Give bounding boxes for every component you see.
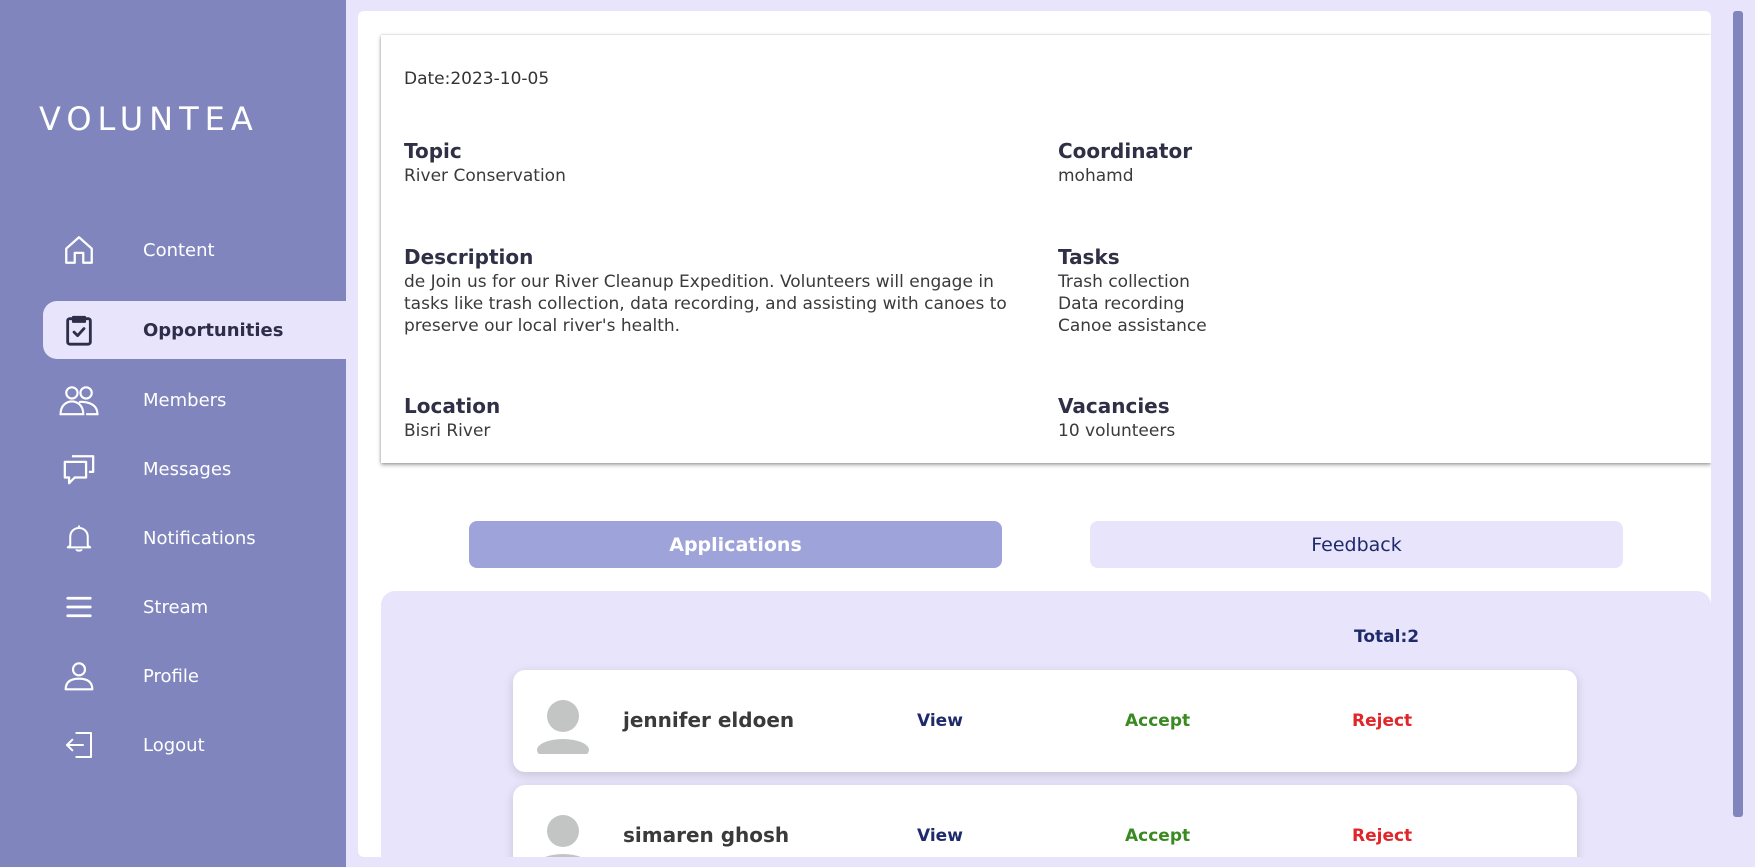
sidebar-item-label: Opportunities <box>143 319 284 341</box>
sidebar-item-label: Notifications <box>143 527 256 549</box>
applications-panel: Total:2 jennifer eldoen View Accept Reje… <box>381 591 1711 857</box>
coordinator-value: mohamd <box>1058 166 1134 186</box>
vacancies-field: Vacancies 10 volunteers <box>1058 394 1678 442</box>
vacancies-value: 10 volunteers <box>1058 421 1176 441</box>
sidebar-item-label: Profile <box>143 665 199 687</box>
bell-icon <box>55 514 103 562</box>
scrollbar[interactable] <box>1733 11 1743 817</box>
sidebar-item-label: Messages <box>143 458 232 480</box>
opportunity-date: Date:2023-10-05 <box>404 69 550 89</box>
sidebar-item-profile[interactable]: Profile <box>43 647 346 705</box>
sidebar-item-stream[interactable]: Stream <box>43 578 346 636</box>
application-row: simaren ghosh View Accept Reject <box>513 785 1577 857</box>
sidebar-item-opportunities[interactable]: Opportunities <box>43 301 346 359</box>
accept-button[interactable]: Accept <box>1125 711 1190 731</box>
coordinator-field: Coordinator mohamd <box>1058 139 1678 187</box>
location-field: Location Bisri River <box>404 394 1024 442</box>
location-title: Location <box>404 394 501 418</box>
home-icon <box>55 226 103 274</box>
view-button[interactable]: View <box>917 826 963 846</box>
task-item: Data recording <box>1058 294 1185 314</box>
sidebar-item-notifications[interactable]: Notifications <box>43 509 346 567</box>
tasks-field: Tasks Trash collection Data recording Ca… <box>1058 245 1678 337</box>
accept-button[interactable]: Accept <box>1125 826 1190 846</box>
tab-applications[interactable]: Applications <box>469 521 1002 568</box>
task-item: Canoe assistance <box>1058 316 1207 336</box>
vacancies-title: Vacancies <box>1058 394 1170 418</box>
clipboard-check-icon <box>55 306 103 354</box>
menu-icon <box>55 583 103 631</box>
sidebar-item-content[interactable]: Content <box>43 221 346 279</box>
topic-title: Topic <box>404 139 462 163</box>
logo: VOLUNTEA <box>39 100 259 138</box>
logout-icon <box>55 721 103 769</box>
application-row: jennifer eldoen View Accept Reject <box>513 670 1577 772</box>
main-panel: Date:2023-10-05 Topic River Conservation… <box>358 11 1711 857</box>
sidebar-item-label: Content <box>143 239 215 261</box>
location-value: Bisri River <box>404 421 491 441</box>
task-item: Trash collection <box>1058 272 1190 292</box>
reject-button[interactable]: Reject <box>1352 711 1412 731</box>
sidebar-item-logout[interactable]: Logout <box>43 716 346 774</box>
avatar <box>537 813 589 857</box>
user-icon <box>55 652 103 700</box>
description-value: de Join us for our River Cleanup Expedit… <box>404 272 1007 336</box>
tasks-list: Trash collection Data recording Canoe as… <box>1058 271 1678 337</box>
coordinator-title: Coordinator <box>1058 139 1193 163</box>
chat-icon <box>55 445 103 493</box>
sidebar: VOLUNTEA Content Opportunities Members M… <box>0 0 346 867</box>
description-title: Description <box>404 245 534 269</box>
sidebar-item-label: Members <box>143 389 227 411</box>
topic-field: Topic River Conservation <box>404 139 1024 187</box>
tasks-title: Tasks <box>1058 245 1120 269</box>
opportunity-details-card: Date:2023-10-05 Topic River Conservation… <box>381 35 1711 463</box>
description-field: Description de Join us for our River Cle… <box>404 245 1024 337</box>
sidebar-item-members[interactable]: Members <box>43 371 346 429</box>
sidebar-item-label: Stream <box>143 596 209 618</box>
reject-button[interactable]: Reject <box>1352 826 1412 846</box>
applicant-name: jennifer eldoen <box>623 708 795 732</box>
topic-value: River Conservation <box>404 166 566 186</box>
sidebar-item-label: Logout <box>143 734 205 756</box>
view-button[interactable]: View <box>917 711 963 731</box>
applications-total: Total:2 <box>1354 627 1420 647</box>
avatar <box>537 698 589 761</box>
sidebar-item-messages[interactable]: Messages <box>43 440 346 498</box>
tab-feedback[interactable]: Feedback <box>1090 521 1623 568</box>
users-icon <box>55 376 103 424</box>
applicant-name: simaren ghosh <box>623 823 790 847</box>
